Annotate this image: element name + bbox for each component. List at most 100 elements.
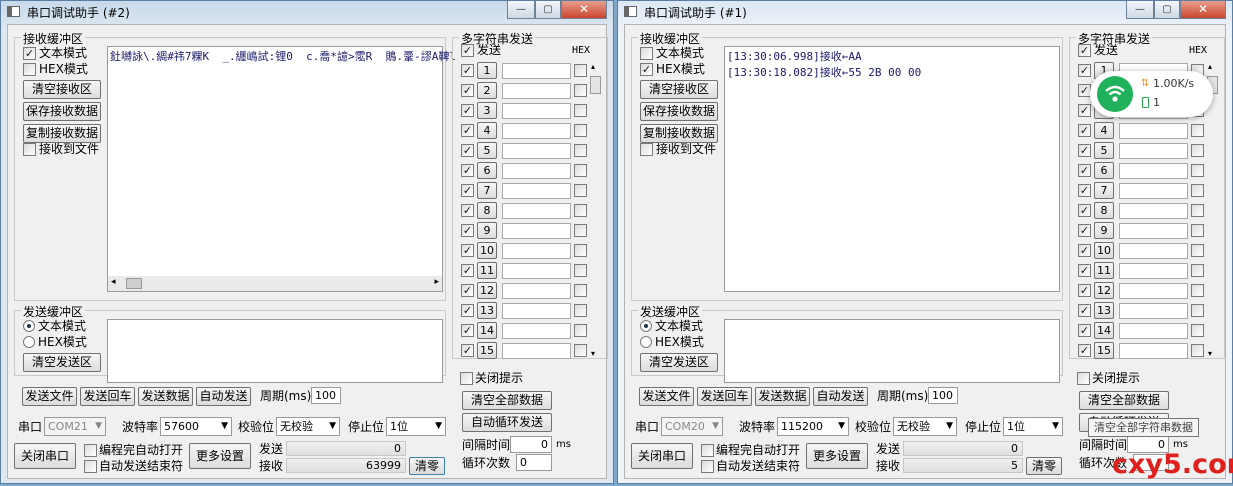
row-checkbox[interactable]: ✓ [461, 304, 474, 317]
row-string-input[interactable] [502, 183, 571, 199]
send-newline-button[interactable]: 发送回车 [697, 387, 752, 406]
row-string-input[interactable] [502, 303, 571, 319]
scroll-left-icon[interactable]: ◂ [111, 277, 116, 287]
auto-send-end-checkbox[interactable] [84, 460, 97, 473]
row-string-input[interactable] [1119, 223, 1188, 239]
row-checkbox[interactable]: ✓ [1078, 264, 1091, 277]
row-string-input[interactable] [502, 203, 571, 219]
row-checkbox[interactable]: ✓ [461, 244, 474, 257]
row-send-button[interactable]: 8 [1094, 202, 1114, 219]
multi-vscrollbar[interactable]: ▴ ▾ [590, 62, 602, 358]
recv-hscrollbar[interactable]: ◂ ▸ [108, 276, 442, 291]
network-widget[interactable]: ⇅ 1.00K/s 1 [1090, 71, 1213, 117]
row-string-input[interactable] [502, 123, 571, 139]
stop-select[interactable]: 1位 ▼ [386, 417, 446, 436]
copy-recv-button[interactable]: 复制接收数据 [23, 124, 101, 143]
period-input[interactable]: 100 [928, 387, 958, 404]
interval-input[interactable]: 0 [510, 436, 552, 453]
row-send-button[interactable]: 3 [477, 102, 497, 119]
send-data-button[interactable]: 发送数据 [138, 387, 193, 406]
row-checkbox[interactable]: ✓ [1078, 204, 1091, 217]
copy-recv-button[interactable]: 复制接收数据 [640, 124, 718, 143]
close-icon[interactable]: ✕ [561, 1, 607, 19]
row-send-button[interactable]: 10 [477, 242, 497, 259]
row-checkbox[interactable]: ✓ [1078, 324, 1091, 337]
clear-send-button[interactable]: 清空发送区 [640, 353, 718, 372]
row-checkbox[interactable]: ✓ [1078, 164, 1091, 177]
send-hex-radio[interactable] [640, 336, 652, 348]
save-recv-button[interactable]: 保存接收数据 [23, 102, 101, 121]
row-hex-checkbox[interactable] [1191, 124, 1204, 137]
row-string-input[interactable] [1119, 143, 1188, 159]
row-string-input[interactable] [502, 143, 571, 159]
row-hex-checkbox[interactable] [1191, 244, 1204, 257]
loop-input[interactable]: 0 [516, 454, 552, 471]
port-select[interactable]: COM20 ▼ [661, 417, 723, 436]
multi-send-all-checkbox[interactable]: ✓ [1078, 44, 1091, 57]
row-checkbox[interactable]: ✓ [461, 64, 474, 77]
row-checkbox[interactable]: ✓ [1078, 284, 1091, 297]
row-hex-checkbox[interactable] [574, 164, 587, 177]
row-hex-checkbox[interactable] [574, 184, 587, 197]
row-checkbox[interactable]: ✓ [1078, 144, 1091, 157]
auto-send-button[interactable]: 自动发送 [196, 387, 251, 406]
row-checkbox[interactable]: ✓ [1078, 104, 1091, 117]
row-checkbox[interactable]: ✓ [1078, 124, 1091, 137]
row-hex-checkbox[interactable] [574, 324, 587, 337]
row-send-button[interactable]: 12 [477, 282, 497, 299]
close-hint-checkbox[interactable] [1077, 372, 1090, 385]
prog-auto-open-checkbox[interactable] [701, 444, 714, 457]
scroll-thumb[interactable] [590, 76, 601, 94]
row-send-button[interactable]: 4 [477, 122, 497, 139]
auto-send-end-checkbox[interactable] [701, 460, 714, 473]
more-settings-button[interactable]: 更多设置 [189, 443, 251, 469]
row-send-button[interactable]: 5 [1094, 142, 1114, 159]
port-select[interactable]: COM21 ▼ [44, 417, 106, 436]
scroll-up-icon[interactable]: ▴ [1208, 62, 1212, 71]
row-send-button[interactable]: 15 [1094, 342, 1114, 359]
row-string-input[interactable] [1119, 123, 1188, 139]
send-textarea[interactable] [724, 319, 1060, 383]
row-hex-checkbox[interactable] [574, 204, 587, 217]
row-checkbox[interactable]: ✓ [1078, 64, 1091, 77]
row-string-input[interactable] [1119, 243, 1188, 259]
row-checkbox[interactable]: ✓ [461, 144, 474, 157]
row-string-input[interactable] [1119, 303, 1188, 319]
row-hex-checkbox[interactable] [574, 104, 587, 117]
send-file-button[interactable]: 发送文件 [22, 387, 77, 406]
row-hex-checkbox[interactable] [1191, 264, 1204, 277]
row-send-button[interactable]: 10 [1094, 242, 1114, 259]
text-mode-checkbox[interactable] [640, 47, 653, 60]
row-string-input[interactable] [1119, 203, 1188, 219]
row-send-button[interactable]: 5 [477, 142, 497, 159]
row-checkbox[interactable]: ✓ [1078, 304, 1091, 317]
row-send-button[interactable]: 7 [477, 182, 497, 199]
row-hex-checkbox[interactable] [1191, 164, 1204, 177]
send-text-radio[interactable] [23, 320, 35, 332]
clear-all-button[interactable]: 清空全部数据 [462, 391, 552, 410]
row-string-input[interactable] [502, 323, 571, 339]
row-send-button[interactable]: 12 [1094, 282, 1114, 299]
row-hex-checkbox[interactable] [574, 284, 587, 297]
save-recv-button[interactable]: 保存接收数据 [640, 102, 718, 121]
row-hex-checkbox[interactable] [574, 244, 587, 257]
close-port-button[interactable]: 关闭串口 [631, 443, 693, 469]
row-string-input[interactable] [1119, 163, 1188, 179]
row-string-input[interactable] [502, 163, 571, 179]
recv-to-file-checkbox[interactable] [23, 143, 36, 156]
row-checkbox[interactable]: ✓ [1078, 184, 1091, 197]
row-send-button[interactable]: 6 [477, 162, 497, 179]
auto-loop-button[interactable]: 自动循环发送 [462, 413, 552, 432]
row-string-input[interactable] [502, 103, 571, 119]
row-send-button[interactable]: 13 [1094, 302, 1114, 319]
prog-auto-open-checkbox[interactable] [84, 444, 97, 457]
row-string-input[interactable] [1119, 323, 1188, 339]
clear-send-button[interactable]: 清空发送区 [23, 353, 101, 372]
row-hex-checkbox[interactable] [574, 124, 587, 137]
row-checkbox[interactable]: ✓ [461, 104, 474, 117]
baud-select[interactable]: 115200 ▼ [777, 417, 849, 436]
row-hex-checkbox[interactable] [574, 224, 587, 237]
row-hex-checkbox[interactable] [1191, 284, 1204, 297]
row-send-button[interactable]: 11 [477, 262, 497, 279]
row-string-input[interactable] [1119, 283, 1188, 299]
